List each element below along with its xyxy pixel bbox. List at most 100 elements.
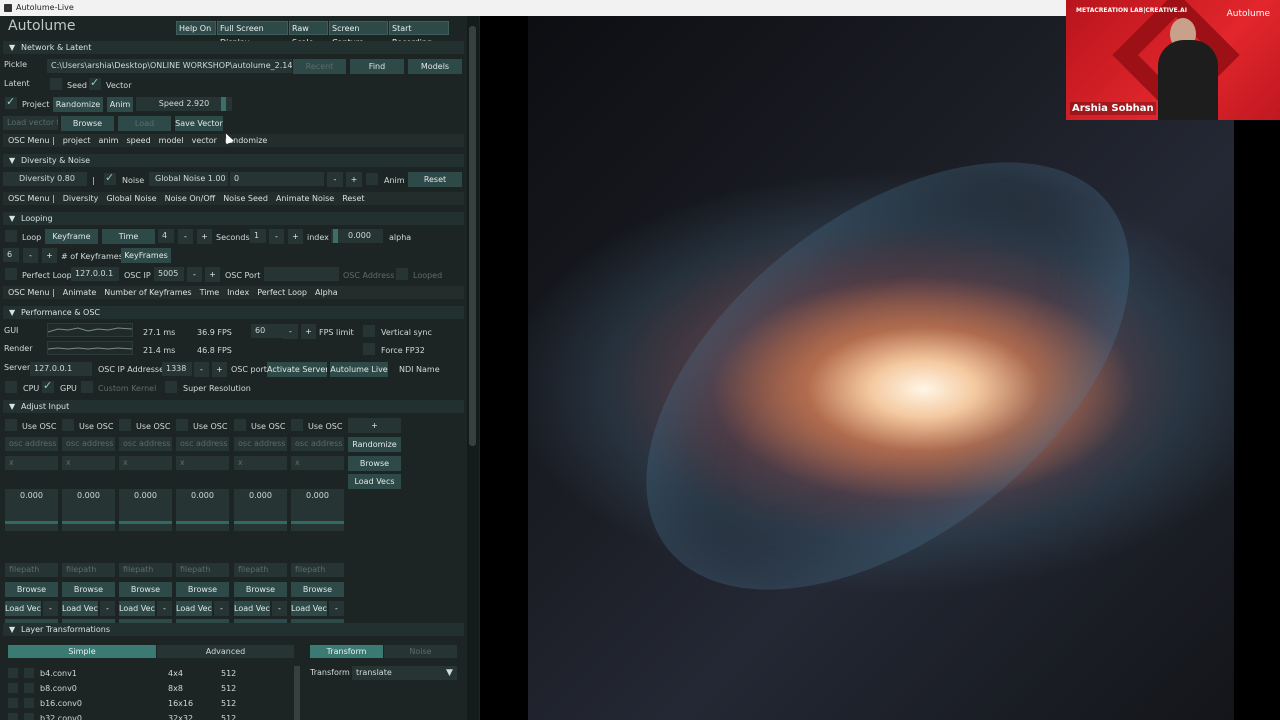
- help-button[interactable]: Help On: [176, 21, 216, 35]
- browse-all-button[interactable]: Browse: [348, 456, 401, 471]
- fps-decrement[interactable]: -: [283, 324, 298, 339]
- layer-transformations-header[interactable]: ▼ Layer Transformations: [3, 623, 464, 636]
- osc-address-input[interactable]: osc address: [176, 437, 229, 451]
- browse-button[interactable]: Browse: [234, 582, 287, 597]
- loop-checkbox[interactable]: [5, 230, 17, 242]
- performance-osc-header[interactable]: ▼ Performance & OSC: [3, 306, 464, 319]
- noise-seed-decrement[interactable]: -: [327, 172, 343, 187]
- force-fp32-checkbox[interactable]: [363, 343, 375, 355]
- models-button[interactable]: Models: [408, 59, 462, 74]
- load-vec-button[interactable]: Load Vec: [119, 601, 155, 616]
- scrollbar-thumb[interactable]: [469, 26, 476, 446]
- index-slider-handle[interactable]: [333, 229, 338, 243]
- load-vecs-button[interactable]: Load Vecs: [348, 474, 401, 489]
- chevron-down-icon[interactable]: ▼: [446, 668, 453, 678]
- clear-vec-button[interactable]: -: [214, 601, 229, 616]
- input-slider-bar[interactable]: [119, 521, 172, 524]
- x-input[interactable]: x: [5, 456, 58, 470]
- server-port-decrement[interactable]: -: [194, 362, 209, 377]
- num-keyframes-input[interactable]: 6: [3, 248, 19, 262]
- tab-advanced[interactable]: Advanced: [157, 645, 294, 658]
- clear-vec-button[interactable]: -: [272, 601, 287, 616]
- raw-scale-button[interactable]: Raw Scale: [289, 21, 328, 47]
- osc-item-noise-onoff[interactable]: Noise On/Off: [165, 194, 216, 203]
- osc-address-input[interactable]: osc address: [5, 437, 58, 451]
- use-osc-checkbox[interactable]: [291, 419, 303, 431]
- layer-checkbox[interactable]: [8, 698, 18, 708]
- noise-checkbox[interactable]: [104, 171, 116, 185]
- input-value-slider[interactable]: 0.000: [62, 489, 115, 531]
- load-vec-button[interactable]: Load Vec: [5, 601, 41, 616]
- input-value-slider[interactable]: 0.000: [234, 489, 287, 531]
- osc-address-input[interactable]: [264, 267, 339, 281]
- osc-address-input[interactable]: osc address: [62, 437, 115, 451]
- looping-header[interactable]: ▼ Looping: [3, 212, 464, 225]
- gpu-checkbox[interactable]: [42, 379, 54, 393]
- autolume-live-button[interactable]: Autolume Live: [330, 362, 388, 377]
- osc-item-model[interactable]: model: [159, 136, 184, 145]
- use-osc-checkbox[interactable]: [119, 419, 131, 431]
- browse-button[interactable]: Browse: [5, 582, 58, 597]
- global-noise-slider[interactable]: Global Noise 1.00: [149, 172, 228, 186]
- input-slider-bar[interactable]: [5, 521, 58, 524]
- clear-vec-button[interactable]: -: [100, 601, 115, 616]
- load-vec-button[interactable]: Load Vec: [62, 601, 98, 616]
- reset-button[interactable]: Reset: [408, 172, 462, 187]
- speed-slider-handle[interactable]: [221, 97, 226, 111]
- frames-increment[interactable]: +: [197, 229, 212, 244]
- osc-ip-input[interactable]: 127.0.0.1: [71, 267, 119, 281]
- perfect-loop-checkbox[interactable]: [5, 268, 17, 280]
- input-value-slider[interactable]: 0.000: [5, 489, 58, 531]
- layer-checkbox[interactable]: [24, 668, 34, 678]
- load-vec-button[interactable]: Load Vec: [291, 601, 327, 616]
- screen-capture-button[interactable]: Screen Capture: [329, 21, 388, 47]
- input-slider-bar[interactable]: [62, 521, 115, 524]
- layer-checkbox[interactable]: [8, 713, 18, 720]
- osc-item-alpha[interactable]: Alpha: [315, 288, 338, 297]
- seed-checkbox[interactable]: [50, 78, 62, 90]
- randomize-all-button[interactable]: Randomize: [348, 437, 401, 452]
- osc-item-reset[interactable]: Reset: [342, 194, 364, 203]
- osc-item-diversity[interactable]: Diversity: [63, 194, 99, 203]
- keyframe-button[interactable]: Keyframe: [45, 229, 98, 244]
- osc-item-speed[interactable]: speed: [126, 136, 150, 145]
- browse-button[interactable]: Browse: [61, 116, 114, 131]
- filepath-input[interactable]: filepath: [119, 563, 172, 577]
- layer-list-scrollbar[interactable]: [294, 666, 300, 720]
- load-vec-button[interactable]: Load Vec: [234, 601, 270, 616]
- use-osc-checkbox[interactable]: [176, 419, 188, 431]
- activate-server-button[interactable]: Activate Server: [267, 362, 327, 377]
- osc-item-index[interactable]: Index: [227, 288, 249, 297]
- server-port-increment[interactable]: +: [212, 362, 227, 377]
- x-input[interactable]: x: [62, 456, 115, 470]
- frames-decrement[interactable]: -: [178, 229, 193, 244]
- seconds-decrement[interactable]: -: [269, 229, 284, 244]
- fullscreen-button[interactable]: Full Screen Display: [217, 21, 288, 47]
- x-input[interactable]: x: [234, 456, 287, 470]
- port-increment[interactable]: +: [205, 267, 220, 282]
- x-input[interactable]: x: [119, 456, 172, 470]
- osc-item-global-noise[interactable]: Global Noise: [106, 194, 156, 203]
- find-button[interactable]: Find: [350, 59, 404, 74]
- filepath-input[interactable]: filepath: [291, 563, 344, 577]
- clear-vec-button[interactable]: -: [329, 601, 344, 616]
- recent-button[interactable]: Recent: [293, 59, 346, 74]
- filepath-input[interactable]: filepath: [176, 563, 229, 577]
- fps-limit-input[interactable]: 60: [251, 324, 283, 338]
- seconds-increment[interactable]: +: [288, 229, 303, 244]
- osc-item-anim[interactable]: anim: [98, 136, 118, 145]
- layer-checkbox[interactable]: [8, 683, 18, 693]
- browse-button[interactable]: Browse: [62, 582, 115, 597]
- fps-increment[interactable]: +: [301, 324, 316, 339]
- input-value-slider[interactable]: 0.000: [176, 489, 229, 531]
- port-decrement[interactable]: -: [187, 267, 202, 282]
- osc-item-animate[interactable]: Animate: [63, 288, 97, 297]
- layer-checkbox[interactable]: [24, 713, 34, 720]
- super-resolution-checkbox[interactable]: [165, 381, 177, 393]
- osc-item-animate-noise[interactable]: Animate Noise: [276, 194, 334, 203]
- add-input-button[interactable]: +: [348, 418, 401, 433]
- network-latent-header[interactable]: ▼ Network & Latent: [3, 41, 464, 54]
- clear-vec-button[interactable]: -: [43, 601, 58, 616]
- panel-scrollbar[interactable]: [467, 16, 479, 720]
- keyframes-decrement[interactable]: -: [23, 248, 38, 263]
